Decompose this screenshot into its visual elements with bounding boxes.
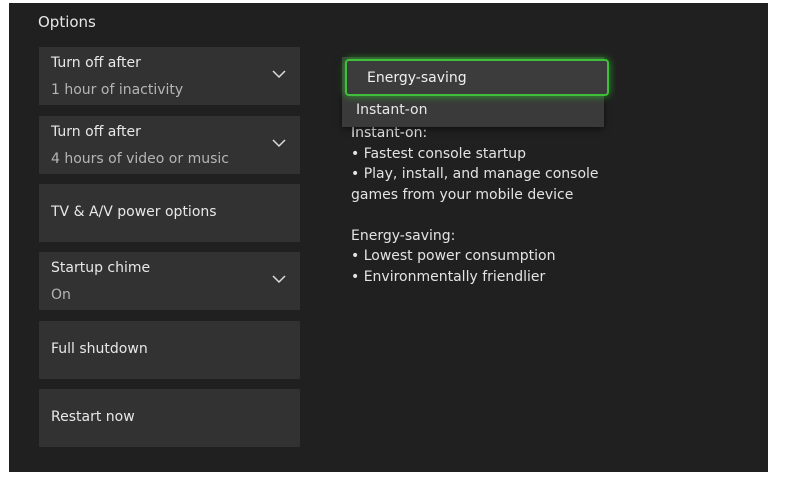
tile-label: TV & A/V power options [51,204,217,220]
tile-value: On [51,287,71,303]
startup-chime-dropdown[interactable]: Startup chime On [39,252,300,310]
power-options-panel: Options Turn off after 1 hour of inactiv… [9,3,768,472]
restart-now-button[interactable]: Restart now [39,389,300,447]
tile-label: Turn off after [51,55,141,71]
option-energy-saving[interactable]: Energy-saving [345,59,609,96]
turn-off-inactivity-dropdown[interactable]: Turn off after 1 hour of inactivity [39,47,300,105]
page-title: Options [38,13,96,31]
tv-av-power-options-button[interactable]: TV & A/V power options [39,184,300,242]
turn-off-media-dropdown[interactable]: Turn off after 4 hours of video or music [39,116,300,174]
tile-label: Turn off after [51,124,141,140]
tile-value: 4 hours of video or music [51,151,229,167]
chevron-down-icon [272,70,286,79]
tile-value: 1 hour of inactivity [51,82,184,98]
chevron-down-icon [272,139,286,148]
tile-label: Startup chime [51,260,151,276]
power-mode-description: Instant-on: • Fastest console startup • … [351,125,599,285]
chevron-down-icon [272,275,286,284]
tile-label: Full shutdown [51,341,148,357]
option-instant-on[interactable]: Instant-on [356,102,427,118]
full-shutdown-button[interactable]: Full shutdown [39,321,300,379]
tile-label: Restart now [51,409,135,425]
